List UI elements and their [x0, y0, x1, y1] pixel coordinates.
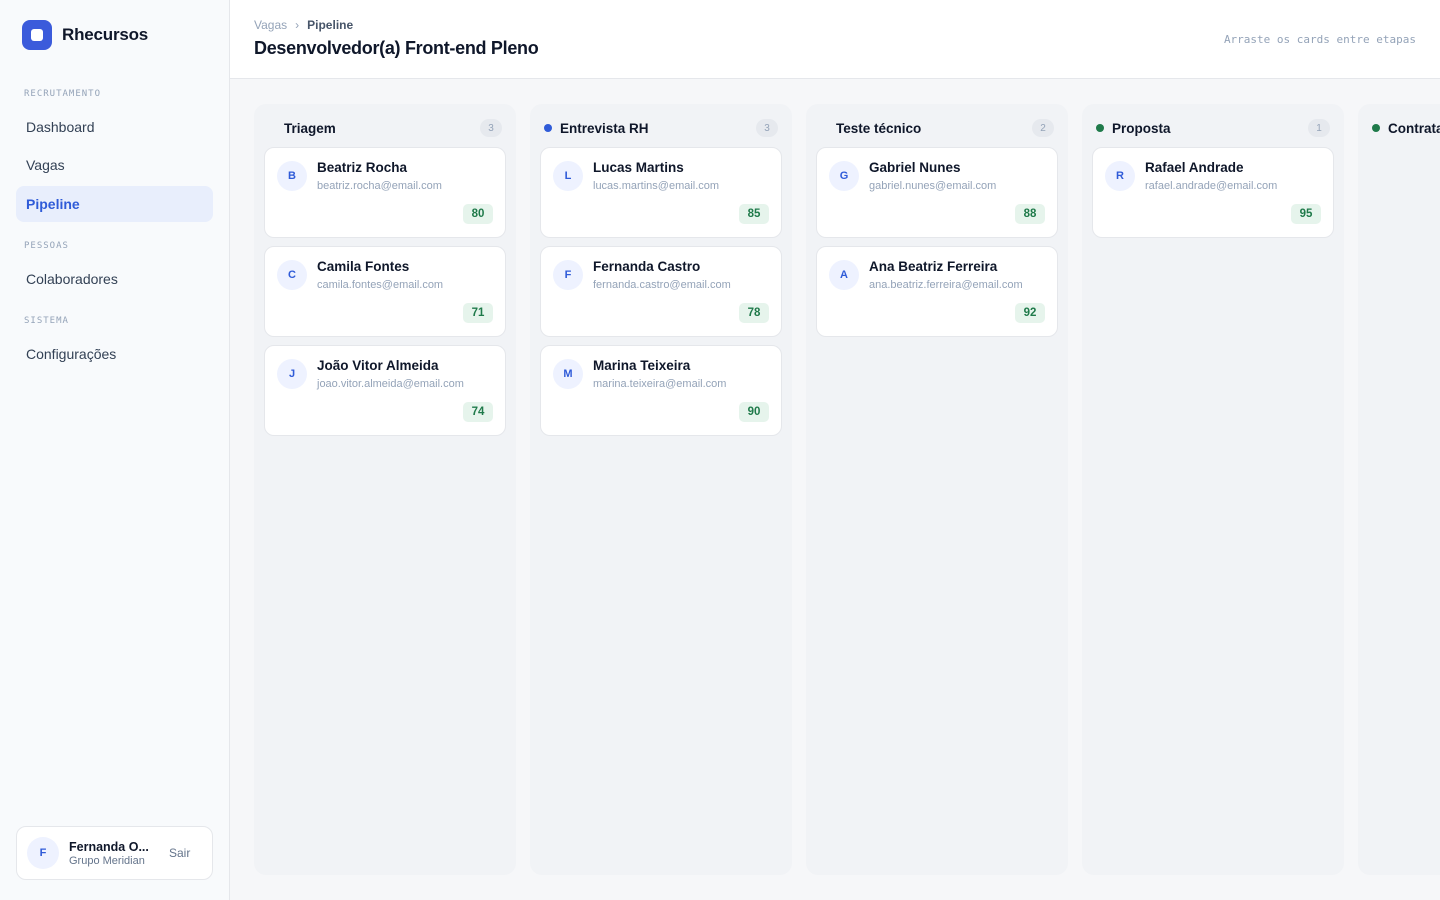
stage-column-triagem: Triagem 3 B Beatriz Rocha beatriz.rocha@… — [254, 104, 516, 875]
sidebar-item-colaboradores[interactable]: Colaboradores — [16, 261, 213, 297]
candidate-card[interactable]: L Lucas Martins lucas.martins@email.com … — [540, 147, 782, 238]
candidate-name: Gabriel Nunes — [869, 160, 961, 175]
section-label-pessoas: PESSOAS — [24, 241, 69, 251]
score-badge: 74 — [463, 402, 493, 422]
sidebar-item-label: Vagas — [26, 157, 65, 173]
avatar: R — [1105, 161, 1135, 191]
stage-header: Teste técnico 2 — [806, 117, 1068, 139]
score-badge: 92 — [1015, 303, 1045, 323]
score-badge: 85 — [739, 204, 769, 224]
stage-title: Triagem — [284, 120, 336, 136]
avatar: L — [553, 161, 583, 191]
breadcrumb: Vagas › Pipeline — [254, 18, 353, 32]
stage-count-badge: 1 — [1308, 119, 1330, 137]
candidate-name: João Vitor Almeida — [317, 358, 439, 373]
stage-status-dot-icon — [1372, 124, 1380, 132]
brand[interactable]: Rhecursos — [22, 20, 148, 50]
candidate-email: camila.fontes@email.com — [317, 279, 444, 291]
stage-header: Entrevista RH 3 — [530, 117, 792, 139]
avatar: G — [829, 161, 859, 191]
candidate-card[interactable]: J João Vitor Almeida joao.vitor.almeida@… — [264, 345, 506, 436]
page-title: Desenvolvedor(a) Front-end Pleno — [254, 38, 539, 58]
app-name: Rhecursos — [62, 25, 149, 44]
breadcrumb-current: Pipeline — [307, 18, 354, 32]
stage-header: Proposta 1 — [1082, 117, 1344, 139]
candidate-email: beatriz.rocha@email.com — [317, 180, 442, 192]
logout-button[interactable]: Sair — [169, 846, 190, 860]
stage-title: Proposta — [1112, 120, 1171, 136]
candidate-card[interactable]: A Ana Beatriz Ferreira ana.beatriz.ferre… — [816, 246, 1058, 337]
sidebar-item-configuracoes[interactable]: Configurações — [16, 336, 213, 372]
pipeline-board: Triagem 3 B Beatriz Rocha beatriz.rocha@… — [230, 79, 1440, 900]
sidebar-item-dashboard[interactable]: Dashboard — [16, 109, 213, 145]
stage-status-dot-icon — [544, 124, 552, 132]
section-label-sistema: SISTEMA — [24, 316, 69, 326]
avatar: A — [829, 260, 859, 290]
app-logo-icon — [22, 20, 52, 50]
stage-title: Teste técnico — [836, 120, 922, 136]
stage-header: Contrata — [1358, 117, 1440, 139]
avatar: C — [277, 260, 307, 290]
stage-column-contratado: Contrata — [1358, 104, 1440, 875]
stage-title: Contrata — [1388, 120, 1440, 136]
candidate-name: Marina Teixeira — [593, 358, 691, 373]
user-card: F Fernanda O... Grupo Meridian Sair — [16, 826, 213, 880]
candidate-email: rafael.andrade@email.com — [1145, 180, 1278, 192]
breadcrumb-separator-icon: › — [295, 18, 300, 32]
sidebar-item-pipeline[interactable]: Pipeline — [16, 186, 213, 222]
stage-title: Entrevista RH — [560, 120, 649, 136]
user-org: Grupo Meridian — [69, 854, 145, 867]
stage-column-teste-tecnico: Teste técnico 2 G Gabriel Nunes gabriel.… — [806, 104, 1068, 875]
candidate-name: Rafael Andrade — [1145, 160, 1244, 175]
candidate-name: Camila Fontes — [317, 259, 410, 274]
candidate-email: marina.teixeira@email.com — [593, 378, 727, 390]
score-badge: 88 — [1015, 204, 1045, 224]
sidebar-item-vagas[interactable]: Vagas — [16, 147, 213, 183]
avatar: M — [553, 359, 583, 389]
score-badge: 95 — [1291, 204, 1321, 224]
stage-count-badge: 3 — [756, 119, 778, 137]
page-header: Vagas › Pipeline Desenvolvedor(a) Front-… — [230, 0, 1440, 79]
sidebar: Rhecursos RECRUTAMENTO Dashboard Vagas P… — [0, 0, 230, 900]
breadcrumb-vagas-link[interactable]: Vagas — [254, 18, 287, 32]
stage-column-proposta: Proposta 1 R Rafael Andrade rafael.andra… — [1082, 104, 1344, 875]
candidate-name: Ana Beatriz Ferreira — [869, 259, 998, 274]
score-badge: 80 — [463, 204, 493, 224]
stage-status-dot-icon — [1096, 124, 1104, 132]
stage-count-badge: 2 — [1032, 119, 1054, 137]
candidate-card[interactable]: R Rafael Andrade rafael.andrade@email.co… — [1092, 147, 1334, 238]
score-badge: 90 — [739, 402, 769, 422]
user-name: Fernanda O... — [69, 839, 149, 854]
candidate-email: fernanda.castro@email.com — [593, 279, 731, 291]
stage-column-entrevista-rh: Entrevista RH 3 L Lucas Martins lucas.ma… — [530, 104, 792, 875]
avatar: B — [277, 161, 307, 191]
candidate-name: Fernanda Castro — [593, 259, 701, 274]
sidebar-item-label: Colaboradores — [26, 271, 118, 287]
candidate-email: gabriel.nunes@email.com — [869, 180, 997, 192]
candidate-email: ana.beatriz.ferreira@email.com — [869, 279, 1023, 291]
sidebar-item-label: Pipeline — [26, 196, 80, 212]
score-badge: 71 — [463, 303, 493, 323]
candidate-email: joao.vitor.almeida@email.com — [317, 378, 464, 390]
score-badge: 78 — [739, 303, 769, 323]
sidebar-item-label: Dashboard — [26, 119, 95, 135]
drag-hint: Arraste os cards entre etapas — [1223, 33, 1416, 46]
candidate-name: Lucas Martins — [593, 160, 684, 175]
candidate-email: lucas.martins@email.com — [593, 180, 720, 192]
candidate-card[interactable]: C Camila Fontes camila.fontes@email.com … — [264, 246, 506, 337]
stage-header: Triagem 3 — [254, 117, 516, 139]
candidate-card[interactable]: G Gabriel Nunes gabriel.nunes@email.com … — [816, 147, 1058, 238]
candidate-card[interactable]: M Marina Teixeira marina.teixeira@email.… — [540, 345, 782, 436]
sidebar-item-label: Configurações — [26, 346, 117, 362]
candidate-card[interactable]: B Beatriz Rocha beatriz.rocha@email.com … — [264, 147, 506, 238]
stage-count-badge: 3 — [480, 119, 502, 137]
candidate-card[interactable]: F Fernanda Castro fernanda.castro@email.… — [540, 246, 782, 337]
avatar: F — [553, 260, 583, 290]
avatar: F — [27, 837, 59, 869]
avatar: J — [277, 359, 307, 389]
section-label-recrutamento: RECRUTAMENTO — [24, 89, 102, 99]
candidate-name: Beatriz Rocha — [317, 160, 408, 175]
